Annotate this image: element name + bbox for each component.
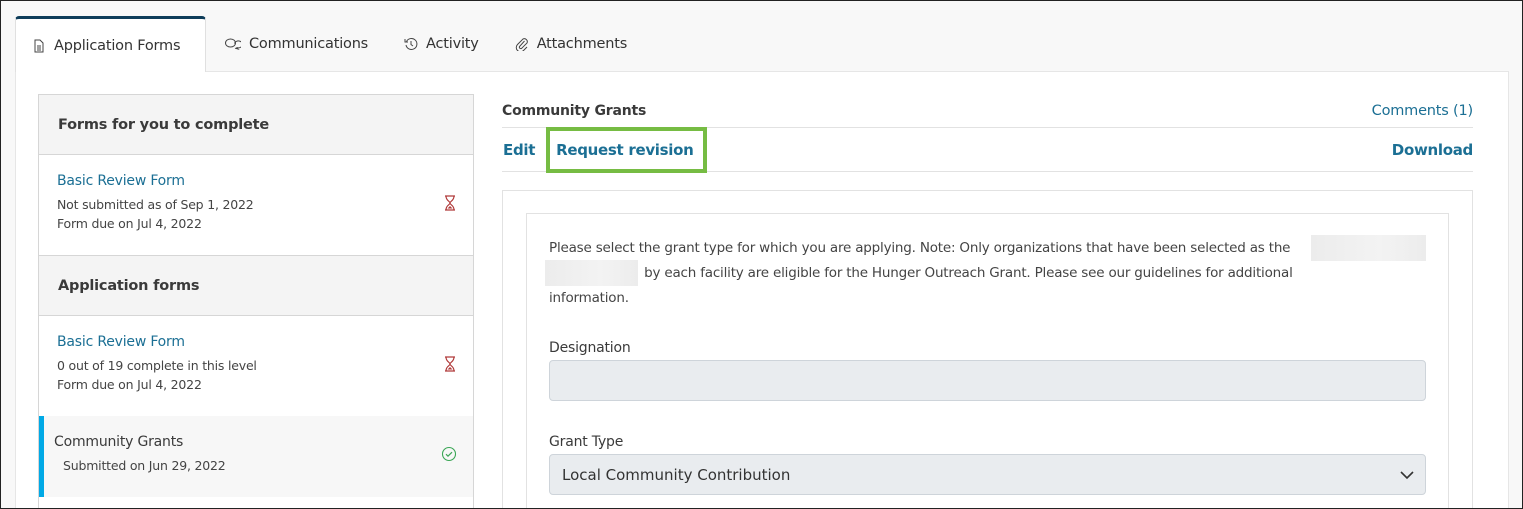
form-link[interactable]: Basic Review Form bbox=[57, 334, 473, 350]
tab-bar: Application Forms Communications Activit… bbox=[15, 16, 1508, 72]
tab-activity[interactable]: Activity bbox=[386, 16, 497, 72]
list-item[interactable]: Basic Review Form 0 out of 19 complete i… bbox=[39, 316, 473, 416]
form-body: Please select the grant type for which y… bbox=[526, 213, 1449, 508]
form-detail: Community Grants Comments (1) Edit Reque… bbox=[502, 94, 1473, 508]
history-icon bbox=[404, 37, 418, 50]
designation-field[interactable] bbox=[549, 360, 1426, 401]
hourglass-icon bbox=[445, 195, 455, 211]
tab-attachments[interactable]: Attachments bbox=[497, 16, 645, 72]
list-item[interactable]: Basic Review Form Not submitted as of Se… bbox=[39, 155, 473, 255]
tab-label: Activity bbox=[426, 36, 479, 52]
page-title: Community Grants bbox=[502, 102, 647, 119]
form-progress-text: 0 out of 19 complete in this level bbox=[57, 358, 257, 373]
grant-type-value: Local Community Contribution bbox=[562, 465, 791, 484]
form-title: Community Grants bbox=[54, 434, 184, 450]
form-link[interactable]: Basic Review Form bbox=[57, 173, 473, 189]
tab-label: Application Forms bbox=[54, 37, 181, 54]
instructions-text-part2: by each facility are eligible for the Hu… bbox=[549, 265, 1293, 306]
tab-panel: Forms for you to complete Basic Review F… bbox=[15, 71, 1509, 508]
edit-button[interactable]: Edit bbox=[503, 141, 535, 159]
action-bar: Edit Request revision Download bbox=[502, 127, 1474, 173]
redacted-text bbox=[1311, 235, 1426, 261]
comments-link[interactable]: Comments (1) bbox=[1372, 103, 1474, 119]
form-status-text: Not submitted as of Sep 1, 2022 bbox=[57, 197, 254, 212]
list-item-selected[interactable]: Community Grants Submitted on Jun 29, 20… bbox=[39, 416, 473, 497]
grant-type-select[interactable]: Local Community Contribution bbox=[549, 454, 1426, 495]
grant-type-label: Grant Type bbox=[549, 434, 624, 450]
chat-bubbles-icon bbox=[225, 38, 241, 50]
form-card: Please select the grant type for which y… bbox=[502, 190, 1473, 508]
chevron-down-icon bbox=[1400, 470, 1414, 479]
highlight-box: Request revision bbox=[546, 127, 707, 173]
forms-sidebar: Forms for you to complete Basic Review F… bbox=[38, 94, 474, 508]
request-revision-button[interactable]: Request revision bbox=[556, 141, 694, 159]
section-header-forms-to-complete: Forms for you to complete bbox=[39, 94, 473, 155]
section-header-application-forms: Application forms bbox=[39, 255, 473, 316]
form-due-text: Form due on Jul 4, 2022 bbox=[57, 377, 202, 392]
download-button[interactable]: Download bbox=[1392, 141, 1474, 159]
tab-application-forms[interactable]: Application Forms bbox=[15, 16, 206, 72]
document-icon bbox=[34, 39, 44, 52]
form-submitted-text: Submitted on Jun 29, 2022 bbox=[63, 458, 226, 473]
redacted-text bbox=[545, 260, 638, 286]
designation-label: Designation bbox=[549, 340, 631, 356]
instructions-text-part1: Please select the grant type for which y… bbox=[549, 240, 1291, 256]
form-instructions: Please select the grant type for which y… bbox=[545, 235, 1426, 310]
check-circle-icon bbox=[441, 446, 457, 462]
tab-label: Attachments bbox=[536, 36, 628, 52]
hourglass-icon bbox=[445, 356, 455, 372]
paperclip-icon bbox=[515, 38, 528, 51]
action-group: Edit Request revision bbox=[502, 127, 707, 173]
tab-label: Communications bbox=[249, 36, 369, 52]
form-header: Community Grants Comments (1) bbox=[502, 94, 1473, 128]
tab-communications[interactable]: Communications bbox=[206, 16, 386, 72]
form-due-text: Form due on Jul 4, 2022 bbox=[57, 216, 202, 231]
